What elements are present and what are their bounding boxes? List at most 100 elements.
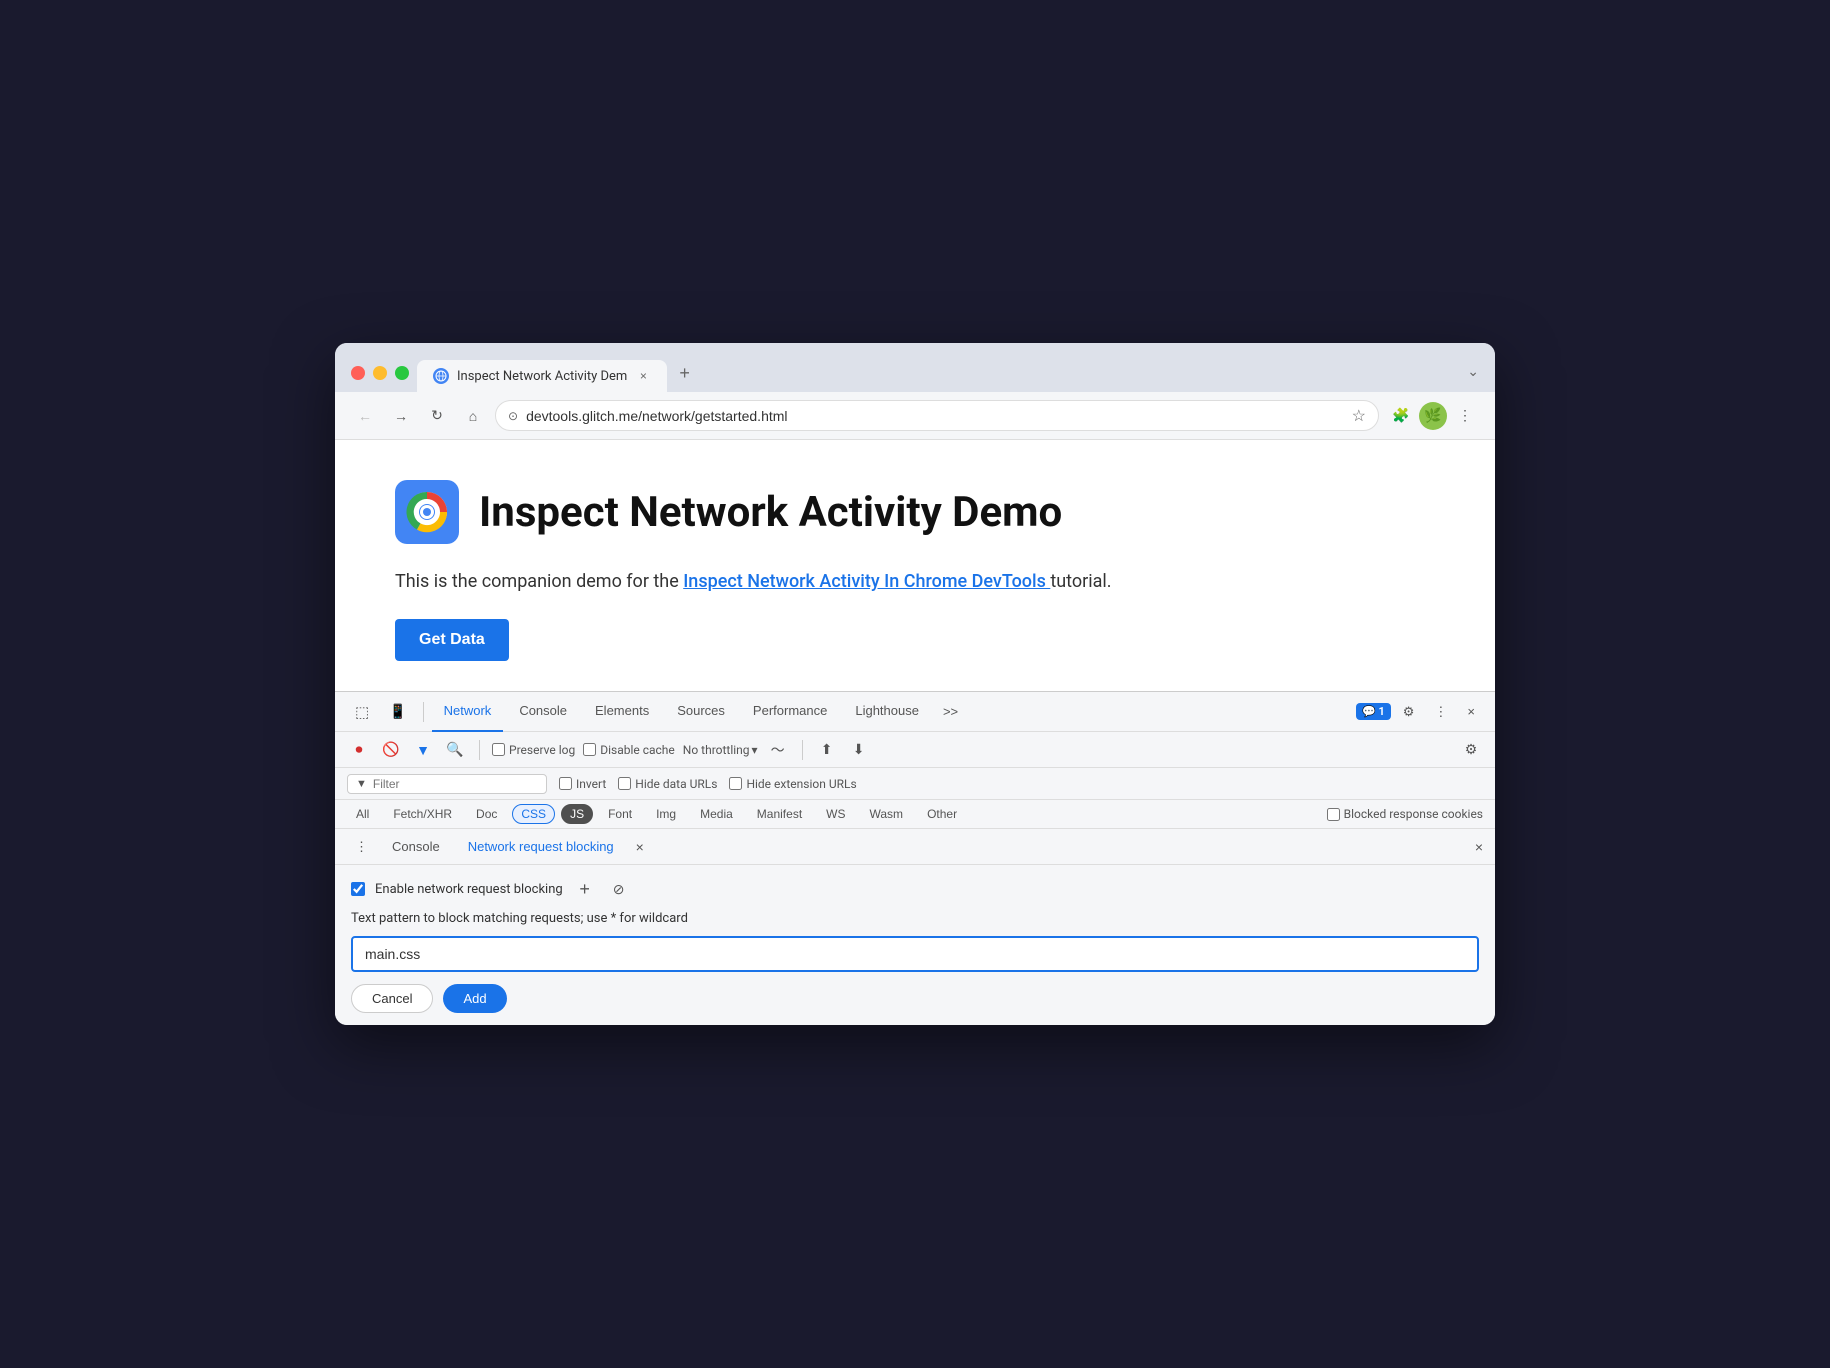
active-tab[interactable]: Inspect Network Activity Dem × (417, 360, 667, 392)
network-conditions-button[interactable]: 〜 (766, 738, 790, 762)
export-har-button[interactable]: ⬇ (847, 738, 871, 762)
maximize-window-button[interactable] (395, 366, 409, 380)
reload-button[interactable]: ↻ (423, 402, 451, 430)
close-window-button[interactable] (351, 366, 365, 380)
add-pattern-button[interactable]: + (573, 877, 597, 901)
window-controls (351, 366, 409, 392)
device-icon: 📱 (389, 703, 406, 720)
minimize-window-button[interactable] (373, 366, 387, 380)
title-bar: Inspect Network Activity Dem × + ⌄ (335, 343, 1495, 392)
tab-performance[interactable]: Performance (741, 692, 839, 732)
type-filter-all[interactable]: All (347, 804, 378, 824)
tab-sources[interactable]: Sources (665, 692, 737, 732)
devtools-main-toolbar: ⬚ 📱 Network Console Elements Sources Per… (335, 692, 1495, 732)
clear-patterns-button[interactable]: ⊘ (607, 877, 631, 901)
invert-checkbox[interactable] (559, 777, 572, 790)
clear-icon: 🚫 (382, 741, 399, 758)
type-filter-wasm[interactable]: Wasm (861, 804, 913, 824)
hide-extension-urls-checkbox[interactable] (729, 777, 742, 790)
tab-lighthouse[interactable]: Lighthouse (843, 692, 931, 732)
type-filter-fetchxhr[interactable]: Fetch/XHR (384, 804, 461, 824)
profile-button[interactable]: 🌿 (1419, 402, 1447, 430)
reload-icon: ↻ (431, 407, 443, 424)
network-conditions-icon: 〜 (771, 740, 785, 760)
url-input[interactable] (526, 408, 1344, 424)
device-toolbar-button[interactable]: 📱 (381, 699, 414, 724)
disable-cache-label[interactable]: Disable cache (583, 743, 675, 757)
filter-input-wrap[interactable]: ▼ (347, 774, 547, 794)
extension-icon: 🧩 (1392, 407, 1409, 424)
close-blocking-tab-button[interactable]: × (630, 837, 650, 857)
more-tabs-button[interactable]: >> (935, 700, 966, 723)
devtools-panel: ⬚ 📱 Network Console Elements Sources Per… (335, 691, 1495, 1025)
type-filter-manifest[interactable]: Manifest (748, 804, 811, 824)
more-menu-icon: ⋮ (1458, 407, 1472, 424)
record-button[interactable]: ⏺ (347, 738, 371, 762)
security-icon: ⊙ (508, 409, 518, 423)
cancel-button[interactable]: Cancel (351, 984, 433, 1013)
type-filter-js[interactable]: JS (561, 804, 593, 824)
type-filter-doc[interactable]: Doc (467, 804, 506, 824)
clear-log-button[interactable]: 🚫 (379, 738, 403, 762)
type-filter-other[interactable]: Other (918, 804, 966, 824)
page-title: Inspect Network Activity Demo (479, 488, 1062, 537)
disable-cache-checkbox[interactable] (583, 743, 596, 756)
tab-elements[interactable]: Elements (583, 692, 661, 732)
home-button[interactable]: ⌂ (459, 402, 487, 430)
search-icon: 🔍 (446, 741, 463, 758)
extensions-button[interactable]: 🧩 (1387, 402, 1415, 430)
get-data-button[interactable]: Get Data (395, 619, 509, 661)
network-settings-icon: ⚙ (1465, 741, 1478, 758)
type-filter-css[interactable]: CSS (512, 804, 555, 824)
toolbar-separator-2 (479, 740, 480, 760)
page-content: Inspect Network Activity Demo This is th… (335, 440, 1495, 691)
blocked-cookies-label[interactable]: Blocked response cookies (1327, 807, 1483, 821)
enable-blocking-checkbox[interactable] (351, 882, 365, 896)
type-filter-font[interactable]: Font (599, 804, 641, 824)
devtools-more-button[interactable]: ⋮ (1426, 700, 1455, 724)
invert-filter-label[interactable]: Invert (559, 777, 606, 791)
hide-data-urls-label[interactable]: Hide data URLs (618, 777, 717, 791)
type-filter-media[interactable]: Media (691, 804, 742, 824)
tab-network[interactable]: Network (432, 692, 504, 732)
pattern-input[interactable] (351, 936, 1479, 972)
devtools-settings-button[interactable]: ⚙ (1395, 700, 1423, 724)
import-har-button[interactable]: ⬆ (815, 738, 839, 762)
devtools-close-button[interactable]: × (1459, 700, 1483, 723)
close-all-panels-button[interactable]: × (1475, 839, 1483, 855)
hide-extension-urls-label[interactable]: Hide extension URLs (729, 777, 856, 791)
pattern-help-text: Text pattern to block matching requests;… (351, 911, 1479, 926)
forward-button[interactable]: → (387, 402, 415, 430)
import-icon: ⬆ (821, 741, 833, 758)
preserve-log-checkbox[interactable] (492, 743, 505, 756)
back-button[interactable]: ← (351, 402, 379, 430)
tab-chevron: ⌄ (1467, 364, 1479, 392)
export-icon: ⬇ (853, 741, 865, 758)
tab-title: Inspect Network Activity Dem (457, 369, 627, 384)
nav-actions: 🧩 🌿 ⋮ (1387, 402, 1479, 430)
network-settings-button[interactable]: ⚙ (1459, 738, 1483, 762)
network-request-blocking-tab[interactable]: Network request blocking (456, 835, 626, 858)
inspect-element-button[interactable]: ⬚ (347, 699, 377, 725)
type-filter-ws[interactable]: WS (817, 804, 854, 824)
blocked-cookies-checkbox[interactable] (1327, 808, 1340, 821)
page-header: Inspect Network Activity Demo (395, 480, 1435, 544)
panel-more-button[interactable]: ⋮ (347, 835, 376, 859)
preserve-log-label[interactable]: Preserve log (492, 743, 575, 757)
console-panel-tab[interactable]: Console (380, 835, 452, 858)
throttle-selector[interactable]: No throttling ▾ (683, 743, 758, 757)
menu-button[interactable]: ⋮ (1451, 402, 1479, 430)
back-icon: ← (358, 408, 372, 424)
search-button[interactable]: 🔍 (443, 738, 467, 762)
settings-icon: ⚙ (1403, 704, 1415, 720)
address-bar[interactable]: ⊙ ☆ (495, 400, 1379, 431)
new-tab-button[interactable]: + (667, 355, 702, 392)
tutorial-link[interactable]: Inspect Network Activity In Chrome DevTo… (683, 571, 1050, 592)
filter-input[interactable] (373, 777, 528, 791)
add-confirm-button[interactable]: Add (443, 984, 506, 1013)
filter-button[interactable]: ▼ (411, 738, 435, 762)
tab-console[interactable]: Console (507, 692, 579, 732)
type-filter-img[interactable]: Img (647, 804, 685, 824)
hide-data-urls-checkbox[interactable] (618, 777, 631, 790)
tab-close-button[interactable]: × (635, 368, 651, 384)
